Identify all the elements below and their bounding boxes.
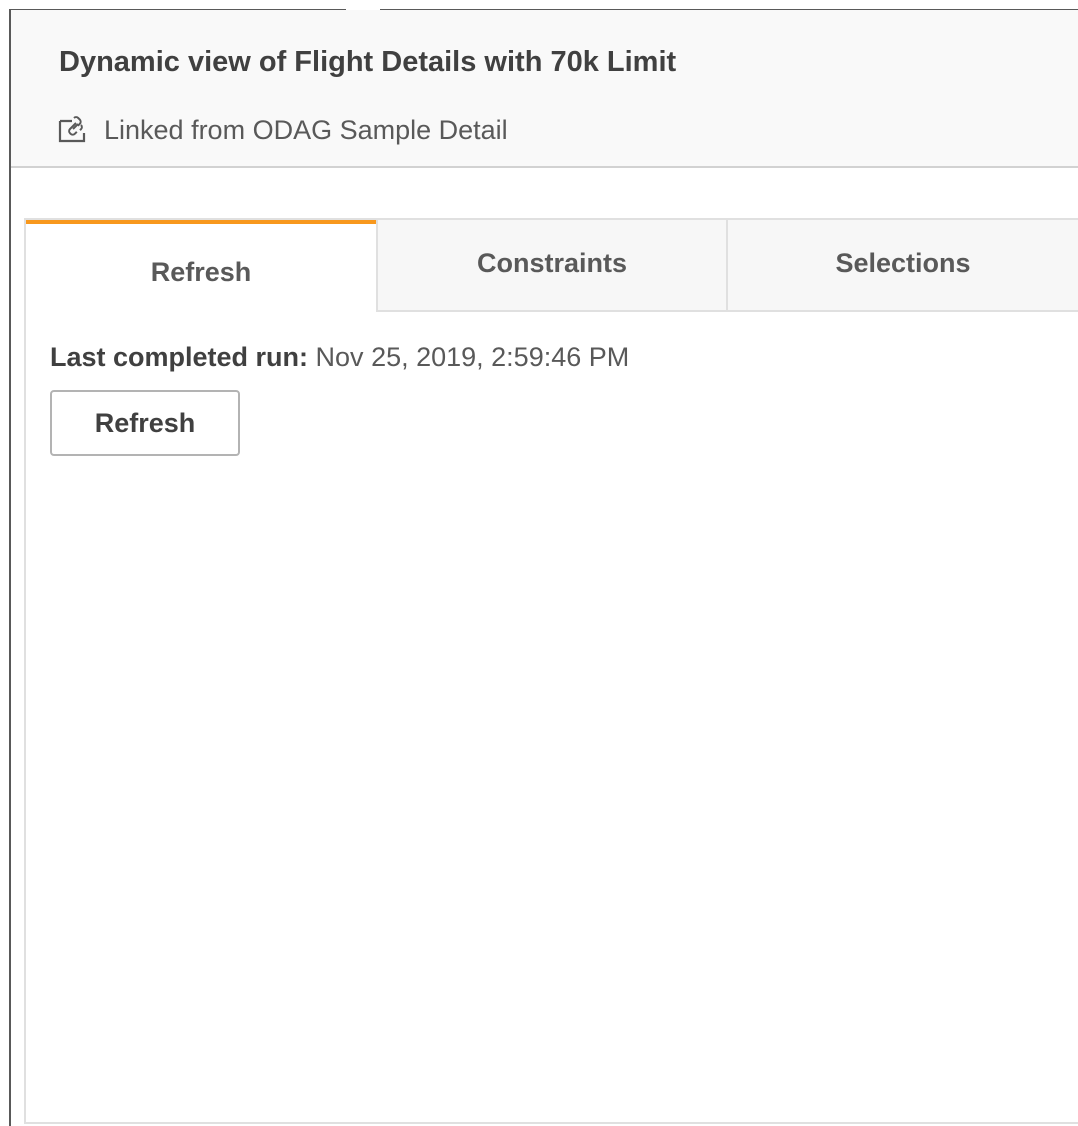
dynamic-view-frame: Dynamic view of Flight Details with 70k … — [0, 0, 1078, 1126]
dynamic-view-title: Dynamic view of Flight Details with 70k … — [59, 46, 677, 78]
last-run-label: Last completed run: — [50, 342, 309, 372]
tab-constraints[interactable]: Constraints — [376, 220, 726, 312]
dynamic-view-header: Dynamic view of Flight Details with 70k … — [11, 10, 1078, 168]
linked-app-icon — [58, 115, 88, 145]
dynamic-view-panel: Refresh Constraints Selections Last comp… — [24, 218, 1078, 1124]
panel-tabs: Refresh Constraints Selections — [26, 220, 1078, 312]
linked-from-row: Linked from ODAG Sample Detail — [58, 112, 508, 148]
tab-selections[interactable]: Selections — [726, 220, 1078, 312]
refresh-button[interactable]: Refresh — [50, 390, 240, 456]
last-completed-run: Last completed run: Nov 25, 2019, 2:59:4… — [50, 342, 629, 373]
last-run-timestamp: Nov 25, 2019, 2:59:46 PM — [315, 342, 630, 372]
linked-from-text: Linked from ODAG Sample Detail — [104, 114, 508, 145]
tab-refresh[interactable]: Refresh — [26, 220, 376, 312]
